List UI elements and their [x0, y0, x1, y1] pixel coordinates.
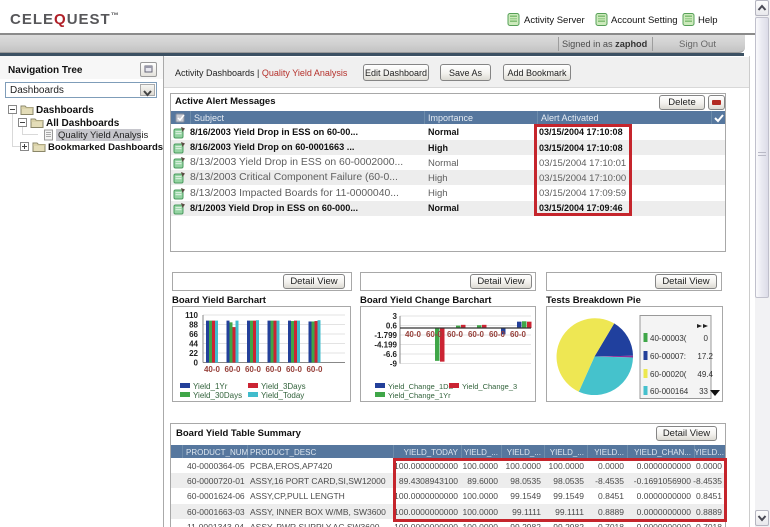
svg-text:-1.799: -1.799	[374, 331, 397, 340]
svg-text:60-0: 60-0	[426, 330, 443, 339]
svg-text:17.2: 17.2	[697, 352, 713, 361]
svg-text:-9: -9	[390, 360, 398, 369]
svg-text:40-00003(: 40-00003(	[650, 334, 687, 343]
svg-text:66: 66	[189, 330, 198, 339]
svg-text:60-00020(: 60-00020(	[650, 370, 687, 379]
svg-text:0: 0	[194, 359, 199, 368]
svg-text:60-0: 60-0	[224, 365, 241, 374]
svg-text:Yield_30Days: Yield_30Days	[193, 391, 242, 400]
svg-text:60-0: 60-0	[468, 330, 485, 339]
svg-text:60-0: 60-0	[286, 365, 303, 374]
svg-text:49.4: 49.4	[697, 370, 713, 379]
svg-text:Yield_Today: Yield_Today	[261, 391, 304, 400]
svg-text:60-0: 60-0	[447, 330, 464, 339]
svg-text:60-0: 60-0	[306, 365, 323, 374]
svg-text:33: 33	[699, 387, 708, 396]
svg-text:60-0: 60-0	[265, 365, 282, 374]
svg-text:60-0: 60-0	[245, 365, 262, 374]
svg-text:-6.6: -6.6	[383, 350, 397, 359]
svg-text:Yield_Change_3: Yield_Change_3	[462, 382, 517, 391]
svg-text:-4.199: -4.199	[374, 341, 397, 350]
svg-text:88: 88	[189, 321, 198, 330]
svg-text:40-0: 40-0	[405, 330, 422, 339]
svg-text:Yield_1Yr: Yield_1Yr	[193, 382, 228, 391]
svg-text:0.6: 0.6	[386, 322, 398, 331]
svg-text:Yield_3Days: Yield_3Days	[261, 382, 306, 391]
svg-text:3: 3	[393, 312, 398, 321]
svg-text:60-0: 60-0	[489, 330, 506, 339]
svg-text:60-000164: 60-000164	[650, 387, 689, 396]
svg-text:44: 44	[189, 340, 198, 349]
svg-text:Yield_Change_1Yr: Yield_Change_1Yr	[388, 391, 451, 400]
svg-text:0: 0	[704, 334, 709, 343]
svg-text:110: 110	[185, 311, 198, 320]
svg-text:22: 22	[189, 349, 198, 358]
svg-text:Yield_Change_1Da: Yield_Change_1Da	[388, 382, 454, 391]
svg-text:40-0: 40-0	[204, 365, 221, 374]
svg-text:60-00007:: 60-00007:	[650, 352, 686, 361]
svg-text:60-0: 60-0	[510, 330, 527, 339]
